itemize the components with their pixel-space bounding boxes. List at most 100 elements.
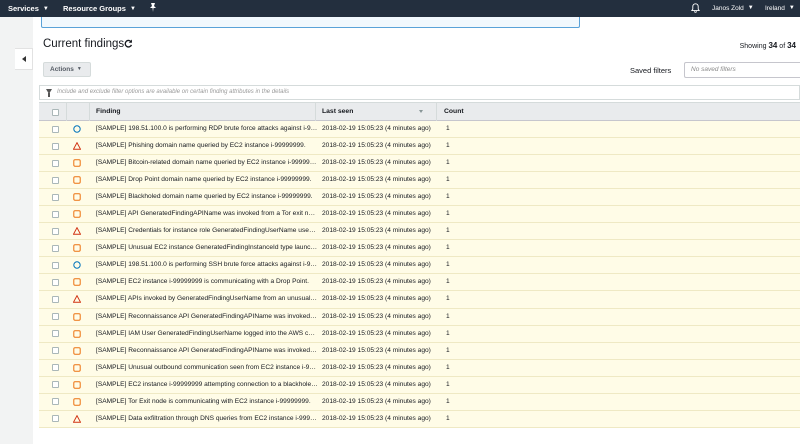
row-checkbox[interactable] <box>52 278 59 286</box>
finding-title[interactable]: [SAMPLE] 198.51.100.0 is performing RDP … <box>96 121 318 137</box>
filter-input[interactable]: Include and exclude filter options are a… <box>39 85 800 100</box>
row-checkbox[interactable] <box>52 415 59 423</box>
row-checkbox[interactable] <box>52 227 59 235</box>
column-divider <box>66 103 67 121</box>
count: 1 <box>446 329 450 337</box>
finding-title[interactable]: [SAMPLE] Reconnaissance API GeneratedFin… <box>96 309 318 325</box>
row-checkbox[interactable] <box>52 210 59 218</box>
column-header-last-seen[interactable]: Last seen <box>322 103 353 121</box>
finding-title[interactable]: [SAMPLE] Reconnaissance API GeneratedFin… <box>96 343 318 359</box>
row-checkbox[interactable] <box>52 347 59 355</box>
chevron-down-icon: ▼ <box>747 5 754 11</box>
info-banner <box>41 17 580 28</box>
actions-button[interactable]: Actions ▼ <box>43 62 91 77</box>
finding-title[interactable]: [SAMPLE] Credentials for instance role G… <box>96 223 318 239</box>
count: 1 <box>446 397 450 405</box>
table-row[interactable]: [SAMPLE] Unusual EC2 instance GeneratedF… <box>39 240 800 258</box>
table-row[interactable]: [SAMPLE] Blackholed domain name queried … <box>39 189 800 207</box>
row-checkbox[interactable] <box>52 142 59 150</box>
warning-square-icon <box>73 244 81 254</box>
refresh-icon[interactable] <box>124 39 133 48</box>
sort-descending-icon[interactable] <box>419 110 423 113</box>
row-checkbox[interactable] <box>52 313 59 321</box>
table-row[interactable]: [SAMPLE] IAM User GeneratedFindingUserNa… <box>39 325 800 343</box>
finding-title[interactable]: [SAMPLE] Data exfiltration through DNS q… <box>96 411 318 427</box>
column-header-finding[interactable]: Finding <box>96 103 121 121</box>
table-row[interactable]: [SAMPLE] 198.51.100.0 is performing SSH … <box>39 257 800 275</box>
row-checkbox[interactable] <box>52 159 59 167</box>
table-row[interactable]: [SAMPLE] API GeneratedFindingAPIName was… <box>39 206 800 224</box>
finding-title[interactable]: [SAMPLE] Tor Exit node is communicating … <box>96 394 318 410</box>
row-checkbox[interactable] <box>52 176 59 184</box>
finding-title[interactable]: [SAMPLE] Unusual outbound communication … <box>96 360 318 376</box>
last-seen: 2018-02-19 15:05:23 (4 minutes ago) <box>322 210 431 218</box>
count: 1 <box>446 125 450 132</box>
table-row[interactable]: [SAMPLE] Credentials for instance role G… <box>39 223 800 241</box>
row-checkbox[interactable] <box>52 261 59 269</box>
count: 1 <box>446 414 450 422</box>
account-menu[interactable]: Janos Zold ▼ <box>712 0 754 17</box>
services-menu[interactable]: Services ▼ <box>8 0 49 17</box>
row-checkbox[interactable] <box>52 381 59 389</box>
finding-title[interactable]: [SAMPLE] EC2 instance i-99999999 is comm… <box>96 274 318 290</box>
row-checkbox[interactable] <box>52 125 59 133</box>
table-row[interactable]: [SAMPLE] Data exfiltration through DNS q… <box>39 410 800 428</box>
row-checkbox[interactable] <box>52 295 59 303</box>
showing-visible-count: 34 <box>768 41 778 50</box>
actions-label: Actions <box>50 66 74 73</box>
last-seen: 2018-02-19 15:05:23 (4 minutes ago) <box>322 261 431 269</box>
region-name: Ireland <box>765 5 785 12</box>
warning-triangle-icon <box>72 414 82 425</box>
saved-filters-select[interactable]: No saved filters <box>684 62 800 78</box>
count: 1 <box>446 176 450 184</box>
finding-title[interactable]: [SAMPLE] EC2 instance i-99999999 attempt… <box>96 377 318 393</box>
warning-triangle-icon <box>72 226 82 237</box>
region-menu[interactable]: Ireland ▼ <box>765 0 795 17</box>
row-checkbox[interactable] <box>52 330 59 338</box>
resource-groups-label: Resource Groups <box>63 4 126 13</box>
row-checkbox[interactable] <box>52 193 59 201</box>
account-name: Janos Zold <box>712 5 744 12</box>
row-checkbox[interactable] <box>52 364 59 372</box>
count: 1 <box>446 159 450 167</box>
chevron-down-icon: ▼ <box>76 66 82 72</box>
table-row[interactable]: [SAMPLE] Tor Exit node is communicating … <box>39 393 800 411</box>
finding-title[interactable]: [SAMPLE] Blackholed domain name queried … <box>96 189 318 205</box>
finding-title[interactable]: [SAMPLE] 198.51.100.0 is performing SSH … <box>96 257 318 273</box>
warning-square-icon <box>73 278 81 288</box>
count: 1 <box>446 244 450 252</box>
resource-groups-menu[interactable]: Resource Groups ▼ <box>63 0 136 17</box>
table-row[interactable]: [SAMPLE] EC2 instance i-99999999 is comm… <box>39 274 800 292</box>
finding-title[interactable]: [SAMPLE] IAM User GeneratedFindingUserNa… <box>96 326 318 342</box>
table-row[interactable]: [SAMPLE] EC2 instance i-99999999 attempt… <box>39 376 800 394</box>
table-row[interactable]: [SAMPLE] Reconnaissance API GeneratedFin… <box>39 308 800 326</box>
last-seen: 2018-02-19 15:05:23 (4 minutes ago) <box>322 414 431 422</box>
last-seen: 2018-02-19 15:05:23 (4 minutes ago) <box>322 176 431 184</box>
sidebar-toggle-button[interactable] <box>15 48 33 70</box>
row-checkbox[interactable] <box>52 398 59 406</box>
services-label: Services <box>8 4 39 13</box>
finding-title[interactable]: [SAMPLE] API GeneratedFindingAPIName was… <box>96 206 318 222</box>
notifications-button[interactable] <box>690 0 701 17</box>
finding-title[interactable]: [SAMPLE] Drop Point domain name queried … <box>96 172 318 188</box>
pin-shortcut-button[interactable] <box>149 0 157 17</box>
table-row[interactable]: [SAMPLE] Drop Point domain name queried … <box>39 172 800 190</box>
finding-title[interactable]: [SAMPLE] APIs invoked by GeneratedFindin… <box>96 291 318 307</box>
row-checkbox[interactable] <box>52 244 59 252</box>
finding-title[interactable]: [SAMPLE] Phishing domain name queried by… <box>96 138 318 154</box>
table-row[interactable]: [SAMPLE] 198.51.100.0 is performing RDP … <box>39 121 800 139</box>
table-row[interactable]: [SAMPLE] Reconnaissance API GeneratedFin… <box>39 342 800 360</box>
last-seen: 2018-02-19 15:05:23 (4 minutes ago) <box>322 363 431 371</box>
finding-title[interactable]: [SAMPLE] Bitcoin-related domain name que… <box>96 155 318 171</box>
table-row[interactable]: [SAMPLE] APIs invoked by GeneratedFindin… <box>39 291 800 309</box>
warning-square-icon <box>73 381 81 391</box>
table-row[interactable]: [SAMPLE] Phishing domain name queried by… <box>39 138 800 156</box>
count: 1 <box>446 278 450 286</box>
table-row[interactable]: [SAMPLE] Unusual outbound communication … <box>39 359 800 377</box>
table-body: [SAMPLE] 198.51.100.0 is performing RDP … <box>39 121 800 428</box>
showing-count: Showing 34 of 34 <box>740 41 796 50</box>
finding-title[interactable]: [SAMPLE] Unusual EC2 instance GeneratedF… <box>96 240 318 256</box>
select-all-checkbox[interactable] <box>52 108 59 116</box>
table-row[interactable]: [SAMPLE] Bitcoin-related domain name que… <box>39 155 800 173</box>
column-header-count[interactable]: Count <box>444 103 464 121</box>
